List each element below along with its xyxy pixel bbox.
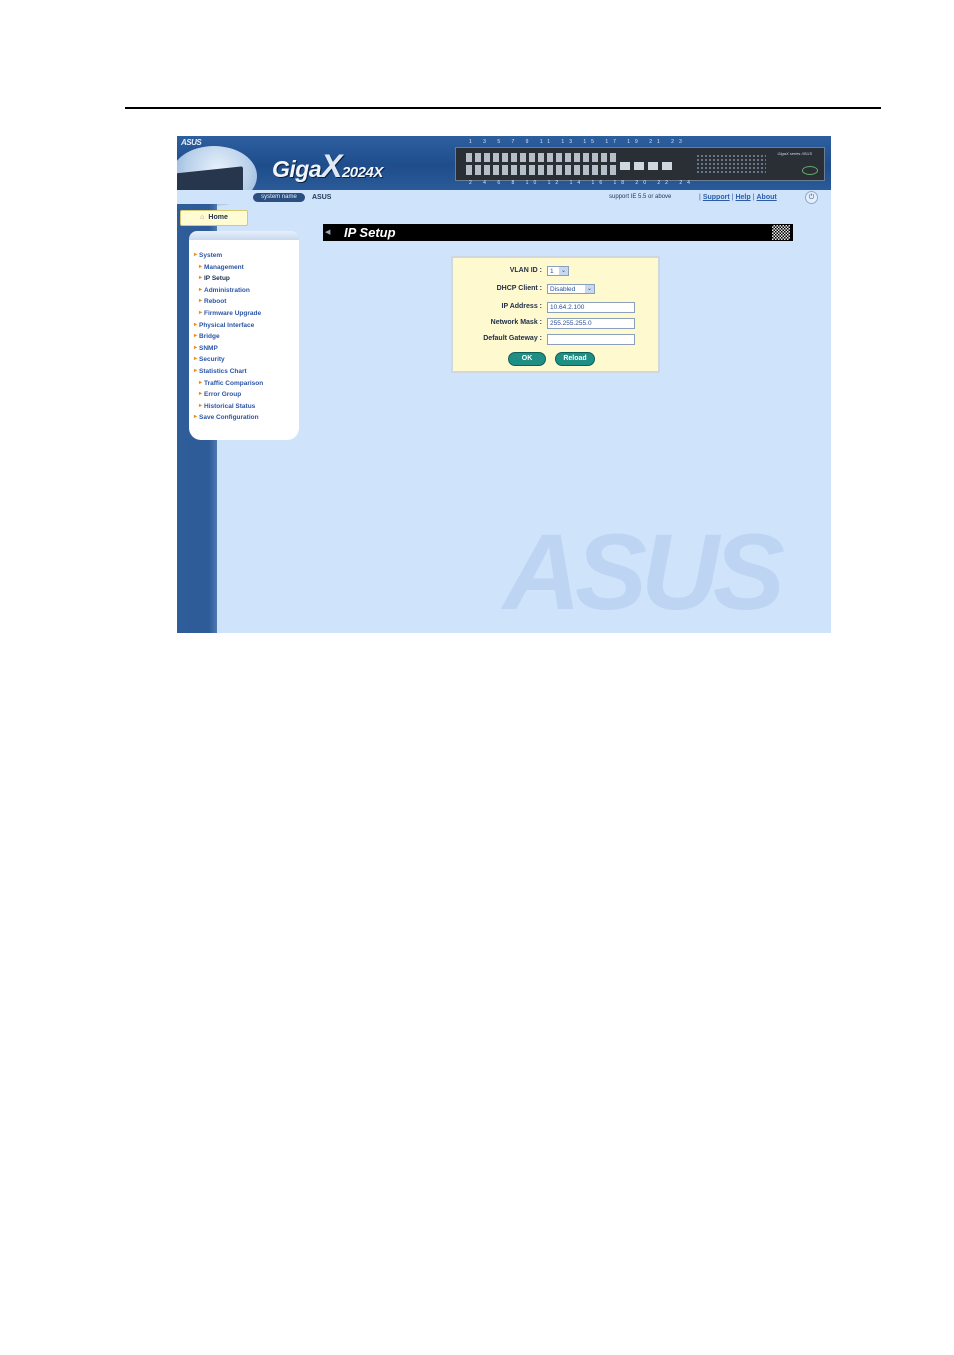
sidebar-item-error-group[interactable]: ▸ Error Group	[189, 389, 299, 401]
bullet-icon: ▸	[199, 402, 203, 409]
sidebar-menu: ▸ System ▸ Management ▸ IP Setup ▸ Administrati…	[189, 240, 299, 440]
home-icon: ⌂	[200, 214, 205, 221]
bullet-icon: ▸	[194, 356, 198, 363]
sidebar-item-label: SNMP	[199, 344, 218, 352]
sfp-port	[662, 162, 672, 170]
sidebar-item-label: Error Group	[204, 391, 242, 399]
title-arrow-icon: ◀	[325, 229, 331, 236]
about-link[interactable]: About	[756, 194, 776, 201]
bullet-icon: ▸	[199, 263, 203, 270]
web-ui-screenshot: ASUS GigaX2024X 1 3 5 7 9 11 13 15 17 19…	[177, 136, 831, 633]
browser-support-note: support IE 5.5 or above	[609, 194, 672, 200]
bullet-icon: ▸	[199, 286, 203, 293]
dhcp-client-label: DHCP Client :	[496, 285, 542, 292]
sidebar-item-statistics-chart[interactable]: ▸ Statistics Chart	[189, 366, 299, 378]
sfp-port	[634, 162, 644, 170]
ip-address-input[interactable]: 10.64.2.100	[547, 302, 635, 313]
default-gateway-row: Default Gateway :	[453, 333, 658, 345]
status-leds	[696, 154, 766, 174]
chevron-down-icon: ⌄	[559, 267, 568, 275]
sidebar-item-label: Firmware Upgrade	[204, 309, 262, 317]
network-mask-label: Network Mask :	[490, 319, 542, 326]
bullet-icon: ▸	[199, 275, 203, 282]
sidebar-item-snmp[interactable]: ▸ SNMP	[189, 343, 299, 355]
vlan-id-select[interactable]: 1 ⌄	[547, 266, 569, 276]
sidebar-item-label: IP Setup	[204, 275, 230, 283]
sidebar-item-label: Administration	[204, 286, 250, 294]
sidebar-item-bridge[interactable]: ▸ Bridge	[189, 331, 299, 343]
home-tab[interactable]: ⌂ Home	[180, 210, 248, 226]
bullet-icon: ▸	[199, 298, 203, 305]
default-gateway-label: Default Gateway :	[483, 335, 542, 342]
sidebar-item-ip-setup[interactable]: ▸ IP Setup	[189, 273, 299, 285]
network-mask-input[interactable]: 255.255.255.0	[547, 318, 635, 329]
support-link[interactable]: Support	[703, 194, 730, 201]
bullet-icon: ▸	[194, 344, 198, 351]
ok-button[interactable]: OK	[508, 352, 546, 366]
sidebar-item-reboot[interactable]: ▸ Reboot	[189, 296, 299, 308]
top-links: | Support | Help | About	[694, 193, 792, 202]
sidebar-item-security[interactable]: ▸ Security	[189, 354, 299, 366]
bullet-icon: ▸	[194, 367, 198, 374]
sidebar-item-label: Physical Interface	[199, 321, 255, 329]
dhcp-client-select[interactable]: Disabled ⌄	[547, 284, 595, 294]
sidebar-item-administration[interactable]: ▸ Administration	[189, 285, 299, 297]
header-banner: ASUS GigaX2024X 1 3 5 7 9 11 13 15 17 19…	[177, 136, 831, 206]
bullet-icon: ▸	[194, 252, 198, 258]
port-numbers-top: 1 3 5 7 9 11 13 15 17 19 21 23	[469, 139, 687, 145]
port-numbers-bottom: 2 4 6 8 10 12 14 16 18 20 22 24	[469, 180, 695, 186]
help-link[interactable]: Help	[735, 194, 750, 201]
sidebar-item-label: Bridge	[199, 333, 220, 341]
sidebar-item-traffic-comparison[interactable]: ▸ Traffic Comparison	[189, 378, 299, 390]
bullet-icon: ▸	[199, 391, 203, 398]
system-name-value: ASUS	[312, 194, 332, 201]
page-title: IP Setup	[344, 225, 396, 240]
switch-front-panel: GigaX series /ISUS	[455, 147, 825, 181]
sidebar-item-label: Reboot	[204, 298, 227, 306]
sidebar-item-label: Statistics Chart	[199, 367, 247, 375]
power-indicator	[802, 166, 818, 175]
sfp-port	[648, 162, 658, 170]
page-top-rule	[125, 107, 881, 109]
sidebar-item-historical-status[interactable]: ▸ Historical Status	[189, 401, 299, 413]
ip-setup-form: VLAN ID : 1 ⌄ DHCP Client : Disabled ⌄ I…	[451, 256, 660, 373]
sub-header: system name ASUS support IE 5.5 or above…	[177, 190, 831, 204]
bullet-icon: ▸	[194, 321, 198, 328]
bullet-icon: ▸	[194, 414, 198, 421]
default-gateway-input[interactable]	[547, 334, 635, 345]
panel-label: GigaX series /ISUS	[777, 151, 812, 156]
bullet-icon: ▸	[199, 379, 203, 386]
sidebar-item-management[interactable]: ▸ Management	[189, 262, 299, 274]
sidebar-item-physical-interface[interactable]: ▸ Physical Interface	[189, 320, 299, 332]
sidebar-item-save-configuration[interactable]: ▸ Save Configuration	[189, 412, 299, 424]
chevron-down-icon: ⌄	[585, 285, 594, 293]
sfp-port	[620, 162, 630, 170]
vlan-id-label: VLAN ID :	[509, 267, 542, 274]
sidebar-item-label: Management	[204, 263, 244, 271]
power-icon[interactable]: ⏻	[805, 191, 818, 204]
network-mask-row: Network Mask : 255.255.255.0	[453, 317, 658, 329]
sidebar-item-label: Save Configuration	[199, 414, 259, 422]
sidebar-item-firmware-upgrade[interactable]: ▸ Firmware Upgrade	[189, 308, 299, 320]
product-logo: GigaX2024X	[272, 148, 383, 184]
bullet-icon: ▸	[194, 333, 198, 340]
ip-address-row: IP Address : 10.64.2.100	[453, 301, 658, 313]
checker-pattern-icon	[772, 225, 790, 240]
sidebar-item-system[interactable]: ▸ System	[189, 250, 299, 262]
menu-list: ▸ System ▸ Management ▸ IP Setup ▸ Administrati…	[189, 240, 299, 424]
bullet-icon: ▸	[199, 309, 203, 316]
ip-address-label: IP Address :	[501, 303, 542, 310]
page-title-bar: ◀ IP Setup	[323, 224, 793, 241]
port-grid	[466, 153, 616, 175]
sidebar-item-label: Security	[199, 356, 225, 364]
system-name-label: system name	[253, 193, 305, 202]
asus-watermark: ASUS	[503, 511, 785, 632]
reload-button[interactable]: Reload	[555, 352, 595, 366]
dhcp-client-row: DHCP Client : Disabled ⌄	[453, 283, 658, 295]
sidebar-item-label: System	[199, 252, 223, 259]
sidebar-item-label: Traffic Comparison	[204, 379, 264, 387]
sidebar-item-label: Historical Status	[204, 402, 256, 410]
vlan-id-row: VLAN ID : 1 ⌄	[453, 265, 658, 277]
